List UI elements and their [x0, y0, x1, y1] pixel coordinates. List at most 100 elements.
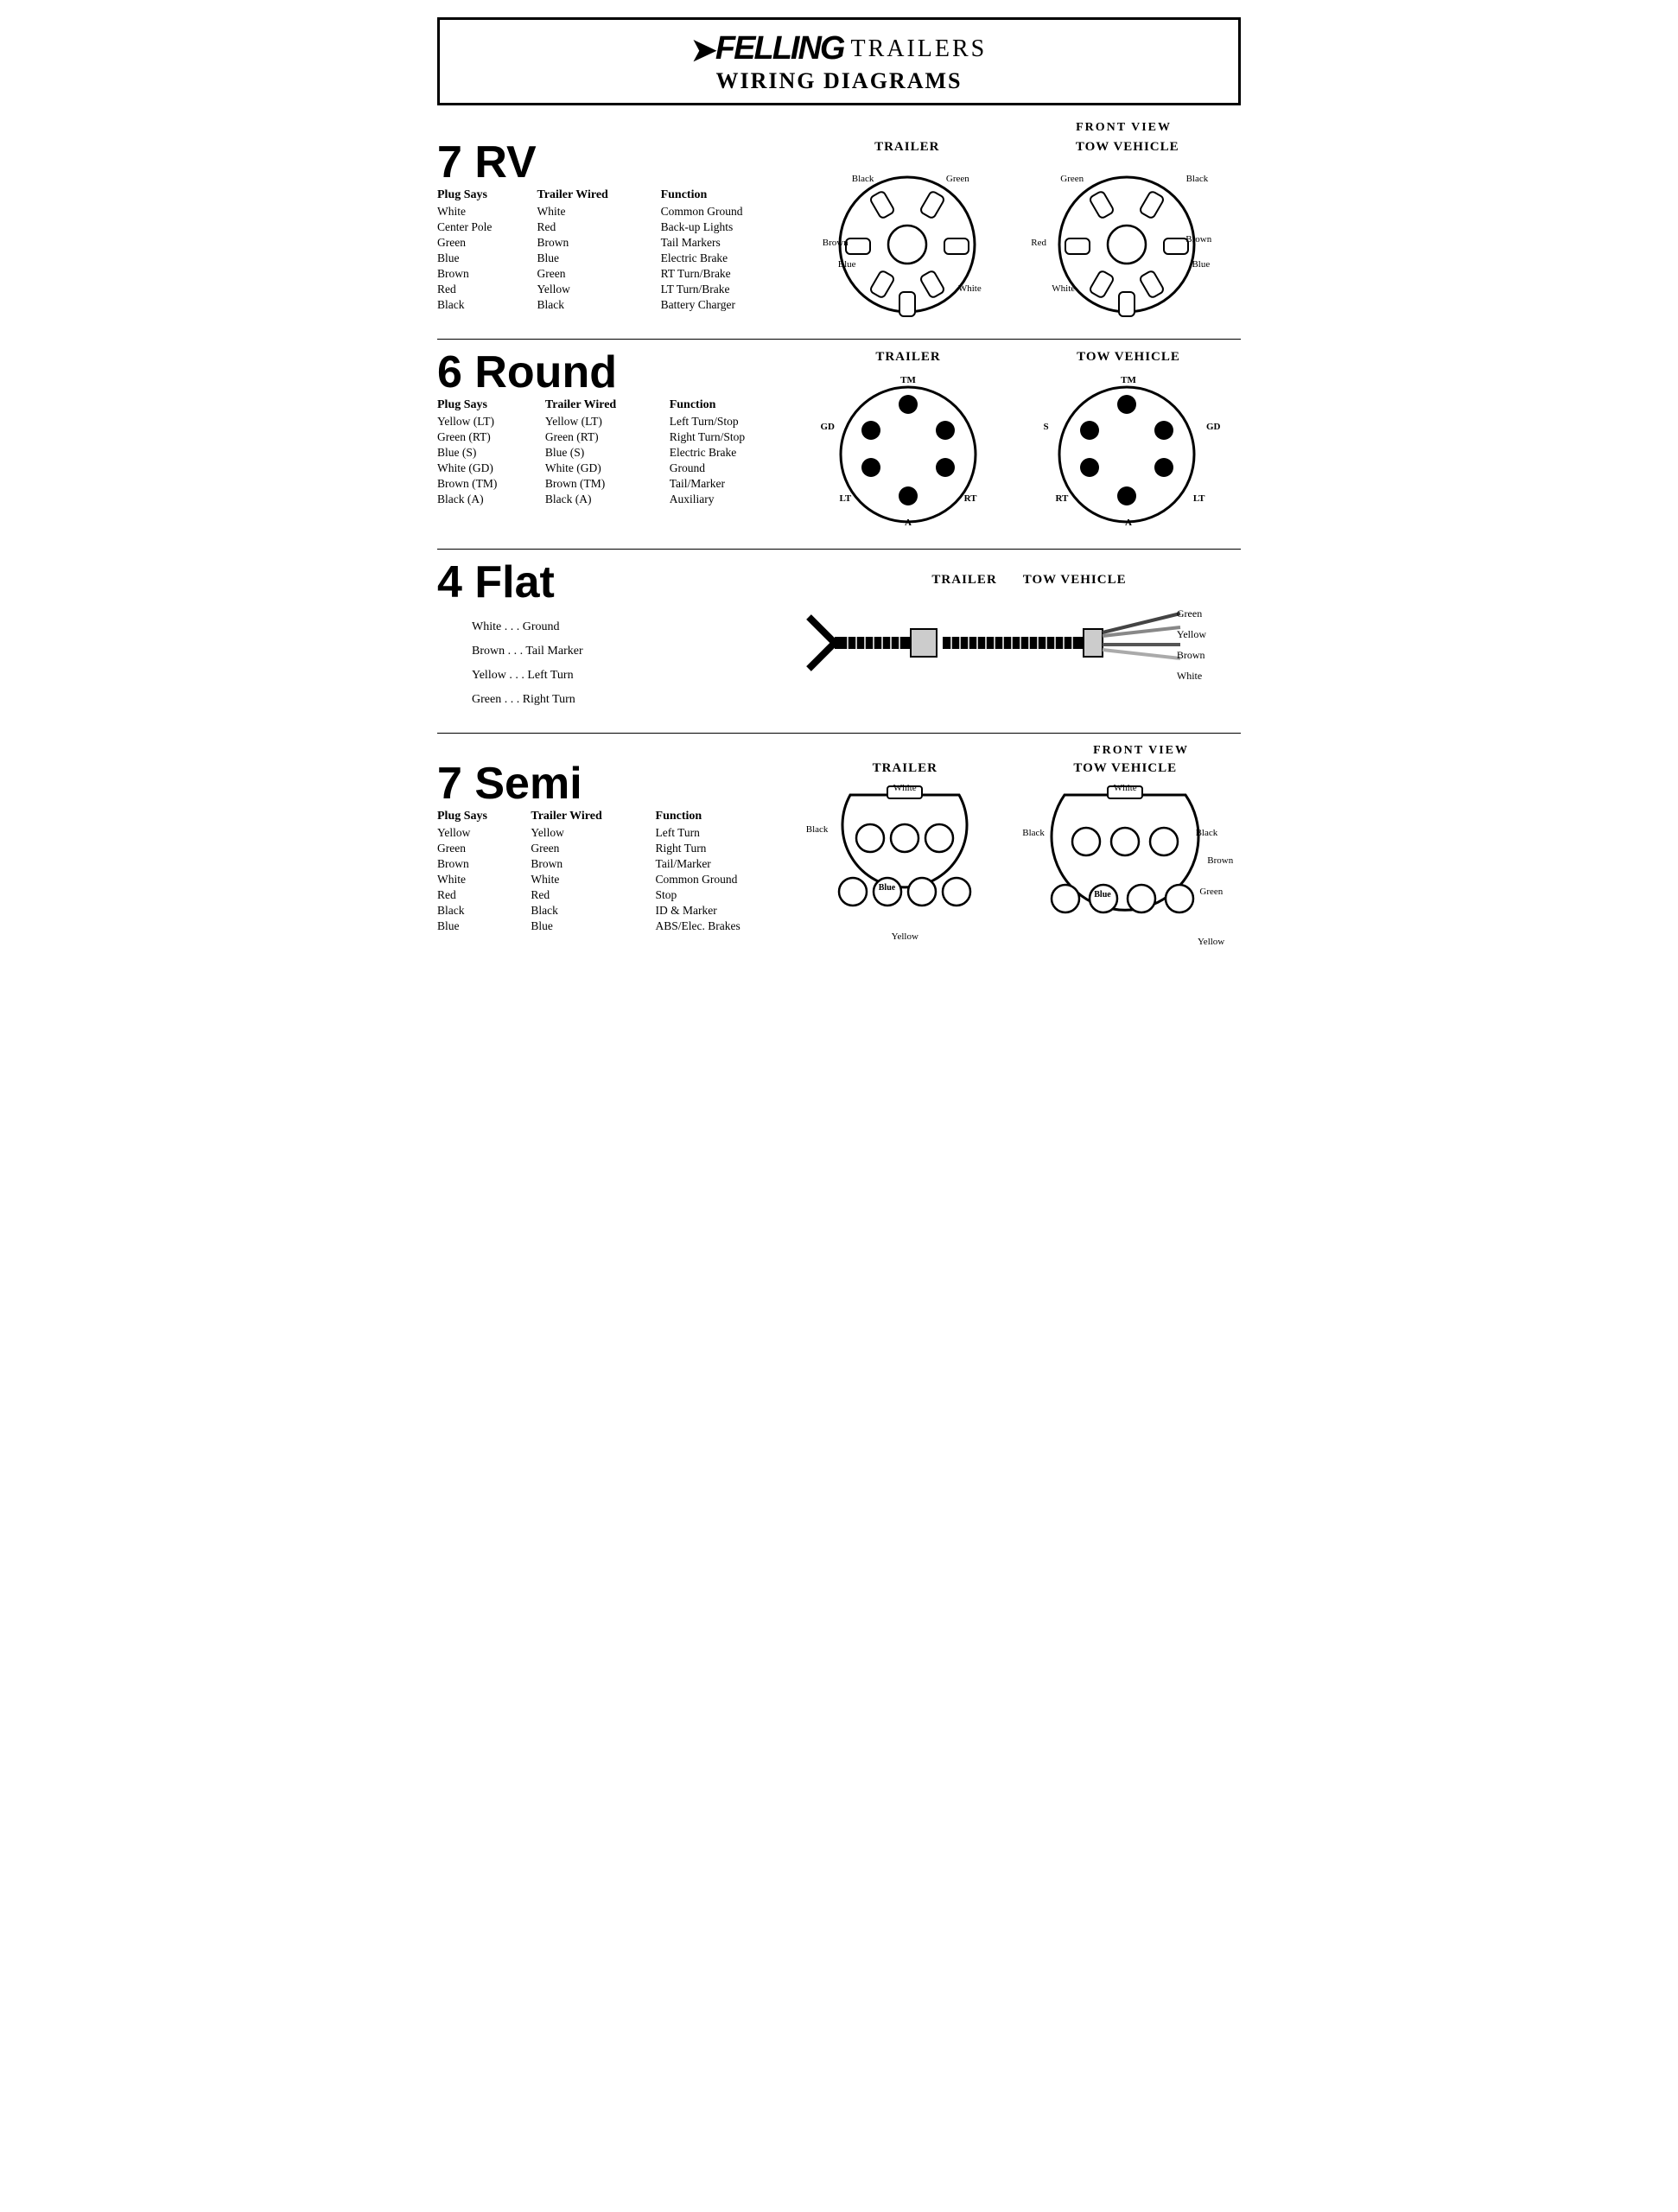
7st-black: Black	[806, 824, 829, 835]
7rv-cell-6-1: Black	[537, 297, 661, 313]
6round-col1: Plug Says	[437, 398, 545, 414]
7rv-cell-2-0: Green	[437, 235, 537, 251]
4flat-left: 4 Flat White . . . Ground Brown . . . Ta…	[437, 560, 800, 712]
7st-white: White	[893, 783, 917, 793]
6r-cell-2-2: Electric Brake	[670, 445, 800, 461]
6rv-lt: LT	[1193, 493, 1205, 504]
7rv-t-green: Green	[946, 174, 969, 184]
7semi-col1: Plug Says	[437, 810, 531, 825]
6r-cell-5-1: Black (A)	[545, 492, 670, 507]
6rv-rt: RT	[1056, 493, 1069, 504]
7s-cell-3-0: White	[437, 872, 531, 887]
7rv-left: 7 RV Plug Says Trailer Wired Function Wh…	[437, 140, 800, 313]
4flat-items: White . . . Ground Brown . . . Tail Mark…	[437, 608, 800, 712]
table-row: BrownGreenRT Turn/Brake	[437, 266, 800, 282]
7rv-tow-diagram: TOW VEHICLE Green Black	[1043, 140, 1211, 318]
6r-cell-3-0: White (GD)	[437, 461, 545, 476]
6rt-tm: TM	[900, 375, 916, 385]
table-row: Blue (S)Blue (S)Electric Brake	[437, 445, 800, 461]
6rv-tm: TM	[1121, 375, 1136, 385]
7semi-col3: Function	[656, 810, 800, 825]
7s-cell-1-1: Green	[531, 841, 655, 856]
6r-cell-4-2: Tail/Marker	[670, 476, 800, 492]
7s-cell-5-1: Black	[531, 903, 655, 918]
6r-cell-4-1: Brown (TM)	[545, 476, 670, 492]
6round-left: 6 Round Plug Says Trailer Wired Function…	[437, 350, 800, 507]
7semi-left: 7 Semi Plug Says Trailer Wired Function …	[437, 761, 800, 934]
table-row: BlueBlueElectric Brake	[437, 251, 800, 266]
7s-cell-5-2: ID & Marker	[656, 903, 800, 918]
6r-cell-0-2: Left Turn/Stop	[670, 414, 800, 429]
6round-trailer-svg	[833, 368, 984, 528]
7rv-cell-4-2: RT Turn/Brake	[661, 266, 800, 282]
table-row: WhiteWhiteCommon Ground	[437, 204, 800, 219]
7rv-col1: Plug Says	[437, 188, 537, 204]
4flat-item-3: Yellow . . . Left Turn	[472, 664, 800, 688]
table-row: White (GD)White (GD)Ground	[437, 461, 800, 476]
7rv-table: Plug Says Trailer Wired Function WhiteWh…	[437, 188, 800, 313]
7rv-cell-0-2: Common Ground	[661, 204, 800, 219]
table-row: BlueBlueABS/Elec. Brakes	[437, 918, 800, 934]
7semi-front-label: FRONT VIEW	[437, 744, 1241, 758]
6r-cell-0-0: Yellow (LT)	[437, 414, 545, 429]
7semi-table: Plug Says Trailer Wired Function YellowY…	[437, 810, 800, 934]
6round-trailer-label: TRAILER	[875, 350, 940, 365]
7semi-trailer-svg	[825, 779, 985, 978]
7s-cell-4-0: Red	[437, 887, 531, 903]
7s-cell-1-2: Right Turn	[656, 841, 800, 856]
7semi-col2: Trailer Wired	[531, 810, 655, 825]
6r-cell-1-1: Green (RT)	[545, 429, 670, 445]
7rv-v-red: Red	[1031, 238, 1046, 248]
4flat-item-4: Green . . . Right Turn	[472, 688, 800, 712]
7rv-cell-0-0: White	[437, 204, 537, 219]
table-row: BlackBlackID & Marker	[437, 903, 800, 918]
7rv-cell-1-0: Center Pole	[437, 219, 537, 235]
4flat-tow-group: TOW VEHICLE	[1023, 573, 1127, 591]
7semi-tow-svg	[1034, 779, 1216, 978]
4flat-item-1: White . . . Ground	[472, 615, 800, 639]
7st-blue: Blue	[879, 883, 895, 893]
6round-col2: Trailer Wired	[545, 398, 670, 414]
7semi-title: 7 Semi	[437, 761, 800, 806]
7rv-cell-4-0: Brown	[437, 266, 537, 282]
7rv-tow-label: TOW VEHICLE	[1076, 140, 1179, 155]
7rv-v-blue: Blue	[1192, 259, 1210, 270]
7rv-cell-6-0: Black	[437, 297, 537, 313]
7rv-cell-6-2: Battery Charger	[661, 297, 800, 313]
6rv-gd: GD	[1206, 422, 1221, 432]
7rv-v-green: Green	[1060, 174, 1084, 184]
7rv-cell-1-2: Back-up Lights	[661, 219, 800, 235]
table-row: WhiteWhiteCommon Ground	[437, 872, 800, 887]
4flat-trailer-group: TRAILER	[931, 573, 996, 591]
table-row: Yellow (LT)Yellow (LT)Left Turn/Stop	[437, 414, 800, 429]
7s-cell-4-2: Stop	[656, 887, 800, 903]
6rt-lt: LT	[840, 493, 852, 504]
4flat-tow-label: TOW VEHICLE	[1023, 573, 1127, 588]
6r-cell-4-0: Brown (TM)	[437, 476, 545, 492]
7semi-tow-diagram: TOW VEHICLE White	[1034, 761, 1216, 978]
7rv-cell-0-1: White	[537, 204, 661, 219]
4flat-wire-labels: Green Yellow Brown White	[1177, 603, 1206, 686]
6r-cell-3-2: Ground	[670, 461, 800, 476]
section-7semi: 7 Semi Plug Says Trailer Wired Function …	[437, 761, 1241, 978]
7rv-cell-4-1: Green	[537, 266, 661, 282]
6rt-rt: RT	[964, 493, 977, 504]
7s-cell-4-1: Red	[531, 887, 655, 903]
table-row: GreenBrownTail Markers	[437, 235, 800, 251]
7s-cell-3-1: White	[531, 872, 655, 887]
7rv-title: 7 RV	[437, 140, 800, 185]
7rv-t-black: Black	[852, 174, 874, 184]
7s-cell-0-0: Yellow	[437, 825, 531, 841]
header-subtitle: Wiring Diagrams	[457, 68, 1221, 94]
7rv-diagrams: TRAILER	[800, 140, 1241, 318]
6r-cell-0-1: Yellow (LT)	[545, 414, 670, 429]
7semi-tow-label: TOW VEHICLE	[1073, 761, 1177, 776]
7sv-blue: Blue	[1094, 890, 1110, 899]
7sv-black-r: Black	[1196, 828, 1218, 838]
table-row: Center PoleRedBack-up Lights	[437, 219, 800, 235]
7rv-trailer-label: TRAILER	[874, 140, 939, 155]
6round-trailer-diagram: TRAILER	[833, 350, 984, 528]
4flat-diagram-svg: Green Yellow Brown White	[800, 591, 1258, 699]
6rt-a: A	[905, 518, 912, 528]
7s-cell-6-2: ABS/Elec. Brakes	[656, 918, 800, 934]
